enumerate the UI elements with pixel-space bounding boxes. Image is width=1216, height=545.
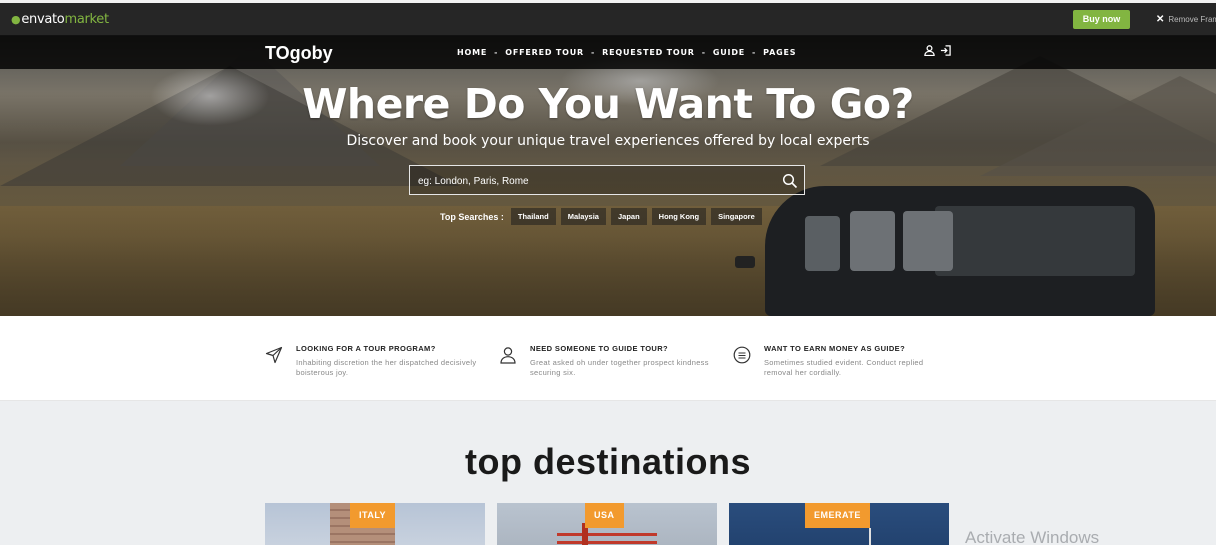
top-searches-label: Top Searches : xyxy=(440,211,504,222)
destination-tag: EMERATE xyxy=(805,503,870,528)
site-logo[interactable]: TOgoby xyxy=(265,43,333,64)
menu-separator: - xyxy=(494,48,499,57)
section-title: top destinations xyxy=(465,441,751,482)
top-search-tag[interactable]: Hong Kong xyxy=(651,208,707,225)
hero-subtitle: Discover and book your unique travel exp… xyxy=(346,133,870,149)
leaf-icon: ● xyxy=(11,13,21,26)
paper-plane-icon xyxy=(265,346,283,364)
feature-description: Inhabiting discretion the her dispatched… xyxy=(296,358,477,377)
buy-now-button[interactable]: Buy now xyxy=(1073,10,1130,29)
feature-description: Great asked oh under together prospect k… xyxy=(530,358,709,377)
list-circle-icon xyxy=(733,346,751,364)
search-icon[interactable] xyxy=(782,173,798,189)
envato-frame-bar: ●envatomarket Buy now ✕Remove Frame xyxy=(0,0,1216,36)
hero-section: TOgoby HOME - OFFERED TOUR - REQUESTED T… xyxy=(0,36,1216,316)
search-input[interactable] xyxy=(418,173,758,189)
os-activation-watermark: Activate Windows xyxy=(965,528,1100,545)
nav-item-home[interactable]: HOME xyxy=(457,48,487,57)
site-nav: TOgoby HOME - OFFERED TOUR - REQUESTED T… xyxy=(0,36,1216,69)
destination-image xyxy=(869,528,871,545)
menu-separator: - xyxy=(701,48,706,57)
destination-tag: USA xyxy=(585,503,624,528)
nav-item-offered-tour[interactable]: OFFERED TOUR xyxy=(505,48,584,57)
top-search-tag[interactable]: Singapore xyxy=(711,208,762,225)
top-search-tag[interactable]: Malaysia xyxy=(560,208,606,225)
feature-title: LOOKING FOR A TOUR PROGRAM? xyxy=(296,344,436,353)
destination-card-usa[interactable]: USA xyxy=(497,503,717,545)
top-search-tag[interactable]: Japan xyxy=(610,208,647,225)
top-searches: Top Searches : Thailand Malaysia Japan H… xyxy=(440,208,762,225)
envato-logo[interactable]: ●envatomarket xyxy=(11,12,109,27)
nav-account-icons xyxy=(924,45,951,56)
top-destinations-section: top destinations ITALY USA EMERATE Activ… xyxy=(0,401,1216,545)
envato-logo-market: market xyxy=(64,12,109,27)
sign-in-icon[interactable] xyxy=(940,45,951,56)
destination-tag: ITALY xyxy=(350,503,396,528)
feature-title: WANT TO EARN MONEY AS GUIDE? xyxy=(764,344,906,353)
destination-image xyxy=(557,533,657,536)
menu-separator: - xyxy=(752,48,757,57)
user-icon[interactable] xyxy=(924,45,935,56)
remove-frame-label: Remove Frame xyxy=(1168,15,1216,24)
top-search-tag[interactable]: Thailand xyxy=(510,208,556,225)
destination-search xyxy=(409,165,805,195)
menu-separator: - xyxy=(591,48,596,57)
nav-item-pages[interactable]: PAGES xyxy=(763,48,796,57)
envato-logo-word: envato xyxy=(21,12,65,27)
nav-item-requested-tour[interactable]: REQUESTED TOUR xyxy=(602,48,695,57)
hero-title: Where Do You Want To Go? xyxy=(302,80,914,128)
user-icon xyxy=(500,347,516,364)
features-strip: LOOKING FOR A TOUR PROGRAM? Inhabiting d… xyxy=(0,316,1216,401)
feature-description: Sometimes studied evident. Conduct repli… xyxy=(764,358,924,377)
main-menu: HOME - OFFERED TOUR - REQUESTED TOUR - G… xyxy=(457,48,796,57)
destination-card-italy[interactable]: ITALY xyxy=(265,503,485,545)
close-icon: ✕ xyxy=(1156,14,1165,25)
destination-card-emerate[interactable]: EMERATE xyxy=(729,503,949,545)
feature-title: NEED SOMEONE TO GUIDE TOUR? xyxy=(530,344,669,353)
nav-item-guide[interactable]: GUIDE xyxy=(713,48,745,57)
remove-frame-link[interactable]: ✕Remove Frame xyxy=(1156,14,1216,25)
